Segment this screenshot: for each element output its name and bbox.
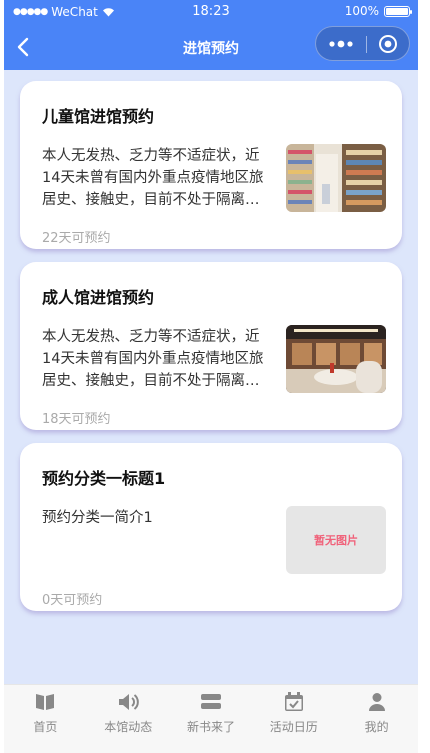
available-days: 0天可预约 [42,593,103,608]
battery-icon [384,5,412,17]
tab-label: 活动日历 [269,720,318,734]
tab-home[interactable]: 首页 [4,685,87,753]
battery-percent: 100% [344,4,379,18]
header: ●●●●● WeChat 18:23 100% 进馆预约 [4,0,418,70]
card-image [286,325,386,393]
tab-library-news[interactable]: 本馆动态 [87,685,170,753]
card-description: 本人无发热、乏力等不适症状，近 14天未曾有国内外重点疫情地区旅 居史、接触史，… [42,148,264,208]
no-image-placeholder: 暂无图片 [286,506,386,574]
more-dots-icon [329,40,353,47]
speaker-icon [117,691,139,713]
bottom-tab-bar: 首页 本馆动态 新书来了 活动日历 我的 [4,684,418,753]
more-button[interactable] [316,27,366,60]
card-title: 儿童馆进馆预约 [42,107,155,126]
navigation-bar: 进馆预约 [4,24,418,70]
card-title: 成人馆进馆预约 [42,288,155,307]
target-circle-icon [379,34,397,53]
tab-new-books[interactable]: 新书来了 [170,685,253,753]
card-title: 预约分类一标题1 [42,469,166,488]
tab-label: 新书来了 [186,720,235,734]
tab-label: 首页 [33,720,58,734]
no-image-text: 暂无图片 [314,534,358,547]
card-description: 预约分类一简介1 [42,510,153,526]
books-stack-icon [200,691,222,713]
status-bar: ●●●●● WeChat 18:23 100% [4,0,418,24]
mini-program-capsule [315,26,410,61]
card-image [286,144,386,212]
reservation-card[interactable]: 预约分类一标题1 预约分类一简介1 暂无图片 0天可预约 [20,443,402,611]
tab-mine[interactable]: 我的 [335,685,418,753]
close-miniprogram-button[interactable] [367,27,409,60]
book-open-icon [34,691,56,713]
reservation-card[interactable]: 成人馆进馆预约 本人无发热、乏力等不适症状，近 14天未曾有国内外重点疫情地区旅… [20,262,402,430]
card-description: 本人无发热、乏力等不适症状，近 14天未曾有国内外重点疫情地区旅 居史、接触史，… [42,329,264,389]
tab-label: 我的 [364,720,389,734]
reservation-card[interactable]: 儿童馆进馆预约 本人无发热、乏力等不适症状，近 14天未曾有国内外重点疫情地区旅… [20,81,402,249]
user-icon [366,691,388,713]
available-days: 18天可预约 [42,412,111,427]
available-days: 22天可预约 [42,231,111,246]
phone-screen: ●●●●● WeChat 18:23 100% 进馆预约 儿童馆进馆预约 本人无… [4,0,418,753]
tab-label: 本馆动态 [104,720,153,734]
calendar-check-icon [283,691,305,713]
tab-activity-calendar[interactable]: 活动日历 [252,685,335,753]
